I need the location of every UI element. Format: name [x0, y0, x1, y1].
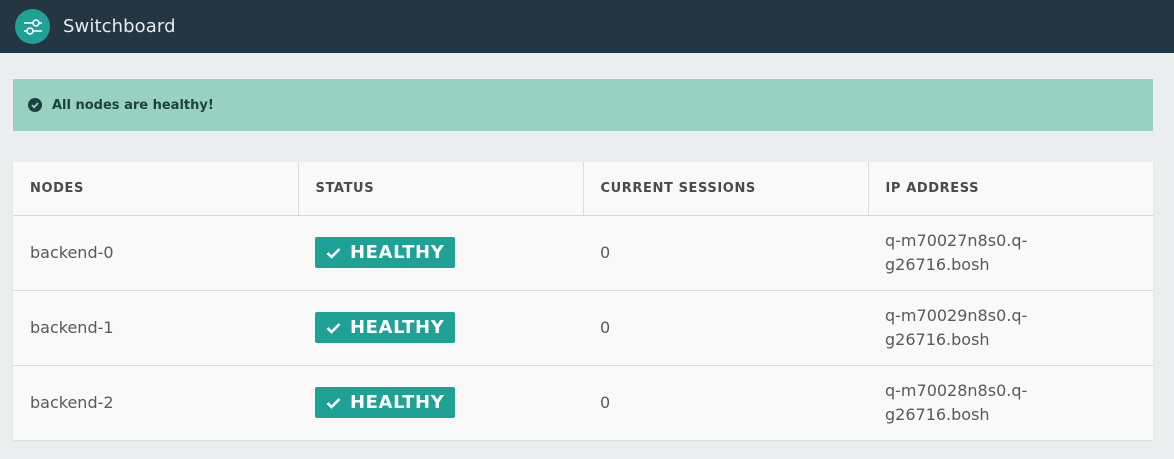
current-sessions: 0 [583, 290, 868, 366]
check-circle-icon [28, 98, 42, 112]
nodes-table: NODES STATUS CURRENT SESSIONS IP ADDRESS… [13, 162, 1153, 440]
node-name: backend-0 [13, 215, 298, 291]
column-header-ip-address: IP ADDRESS [868, 162, 1153, 216]
ip-address: q-m70029n8s0.q-g26716.bosh [868, 290, 1153, 366]
current-sessions: 0 [583, 215, 868, 291]
column-header-status: STATUS [298, 162, 584, 216]
current-sessions: 0 [600, 392, 611, 412]
check-icon [326, 322, 341, 334]
table-row: backend-1 HEALTHY 0 q-m70029n8s0.q-g2671… [13, 290, 1153, 366]
table-row: backend-0 HEALTHY 0 q-m70027n8s0.q-g2671… [13, 215, 1153, 291]
app-title: Switchboard [63, 16, 176, 37]
column-header-current-sessions: CURRENT SESSIONS [583, 162, 869, 216]
check-icon [326, 247, 341, 259]
switchboard-logo-icon [15, 9, 50, 44]
app-header: Switchboard [0, 0, 1174, 53]
status-label: HEALTHY [350, 241, 445, 263]
status-badge: HEALTHY [315, 312, 456, 343]
node-name: backend-2 [30, 392, 114, 412]
alert-message: All nodes are healthy! [52, 97, 214, 113]
column-header-nodes: NODES [13, 162, 299, 216]
status-label: HEALTHY [350, 391, 445, 413]
table-header-row: NODES STATUS CURRENT SESSIONS IP ADDRESS [13, 162, 1153, 216]
status-badge: HEALTHY [315, 237, 456, 268]
status-label: HEALTHY [350, 316, 445, 338]
table-row: backend-2 HEALTHY 0 q-m70028n8s0.q-g2671… [13, 365, 1153, 440]
check-icon [326, 397, 341, 409]
ip-address: q-m70027n8s0.q-g26716.bosh [868, 215, 1153, 291]
ip-address: q-m70028n8s0.q-g26716.bosh [885, 380, 1028, 424]
status-badge: HEALTHY [315, 387, 456, 419]
node-name: backend-1 [13, 290, 298, 366]
health-alert: All nodes are healthy! [13, 79, 1153, 131]
